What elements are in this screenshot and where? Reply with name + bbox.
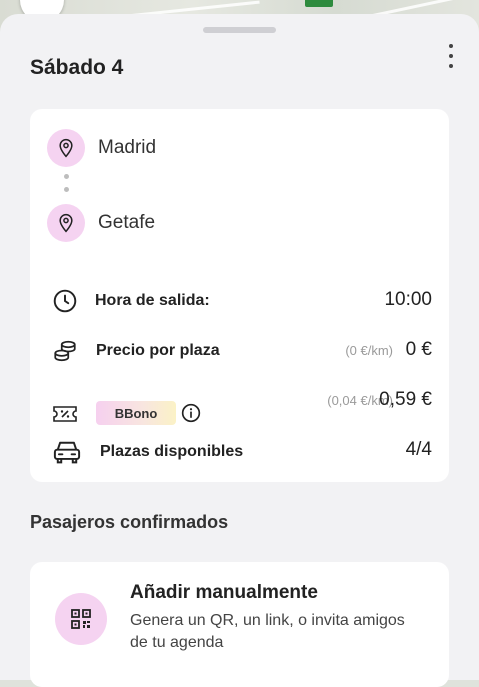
map-pin-icon: [59, 213, 73, 233]
qr-code-badge: [55, 593, 107, 645]
discount-ticket-icon: [53, 406, 77, 422]
route-dot: [64, 187, 69, 192]
info-icon[interactable]: [181, 403, 201, 423]
map-pin-icon: [59, 138, 73, 158]
route-dot: [64, 174, 69, 179]
map-road-sign: [305, 0, 333, 7]
sheet-drag-handle[interactable]: [203, 27, 276, 33]
qr-code-icon: [71, 609, 91, 629]
departure-time: 10:00: [384, 289, 432, 310]
origin-pin: [47, 129, 85, 167]
car-icon: [53, 441, 81, 464]
origin-city: Madrid: [98, 137, 157, 158]
add-manually-description: Genera un QR, un link, o invita amigos d…: [130, 612, 405, 651]
more-vertical-icon[interactable]: [443, 44, 459, 68]
page-title: Sábado 4: [30, 56, 124, 79]
price-label: Precio por plaza: [96, 342, 220, 359]
passengers-section-title: Pasajeros confirmados: [30, 512, 229, 532]
trip-details-card: Madrid Getafe Hora de salida: 10:00 Prec…: [30, 109, 449, 482]
bbono-badge[interactable]: BBono: [96, 401, 176, 425]
bbono-value: 0,59 €: [379, 389, 432, 410]
add-manually-card[interactable]: Añadir manualmente Genera un QR, un link…: [30, 562, 449, 687]
destination-pin: [47, 204, 85, 242]
clock-icon: [53, 289, 77, 313]
bottom-sheet: Sábado 4 Madrid Getafe Hora de salida: 1…: [0, 14, 479, 687]
departure-label: Hora de salida:: [95, 292, 210, 309]
price-per-km: (0 €/km): [345, 343, 393, 358]
destination-city: Getafe: [98, 212, 156, 233]
price-value: 0 €: [405, 339, 432, 360]
add-manually-title: Añadir manualmente: [130, 582, 318, 603]
seats-value: 4/4: [405, 439, 432, 460]
coins-icon: [54, 340, 76, 362]
seats-label: Plazas disponibles: [100, 443, 244, 460]
